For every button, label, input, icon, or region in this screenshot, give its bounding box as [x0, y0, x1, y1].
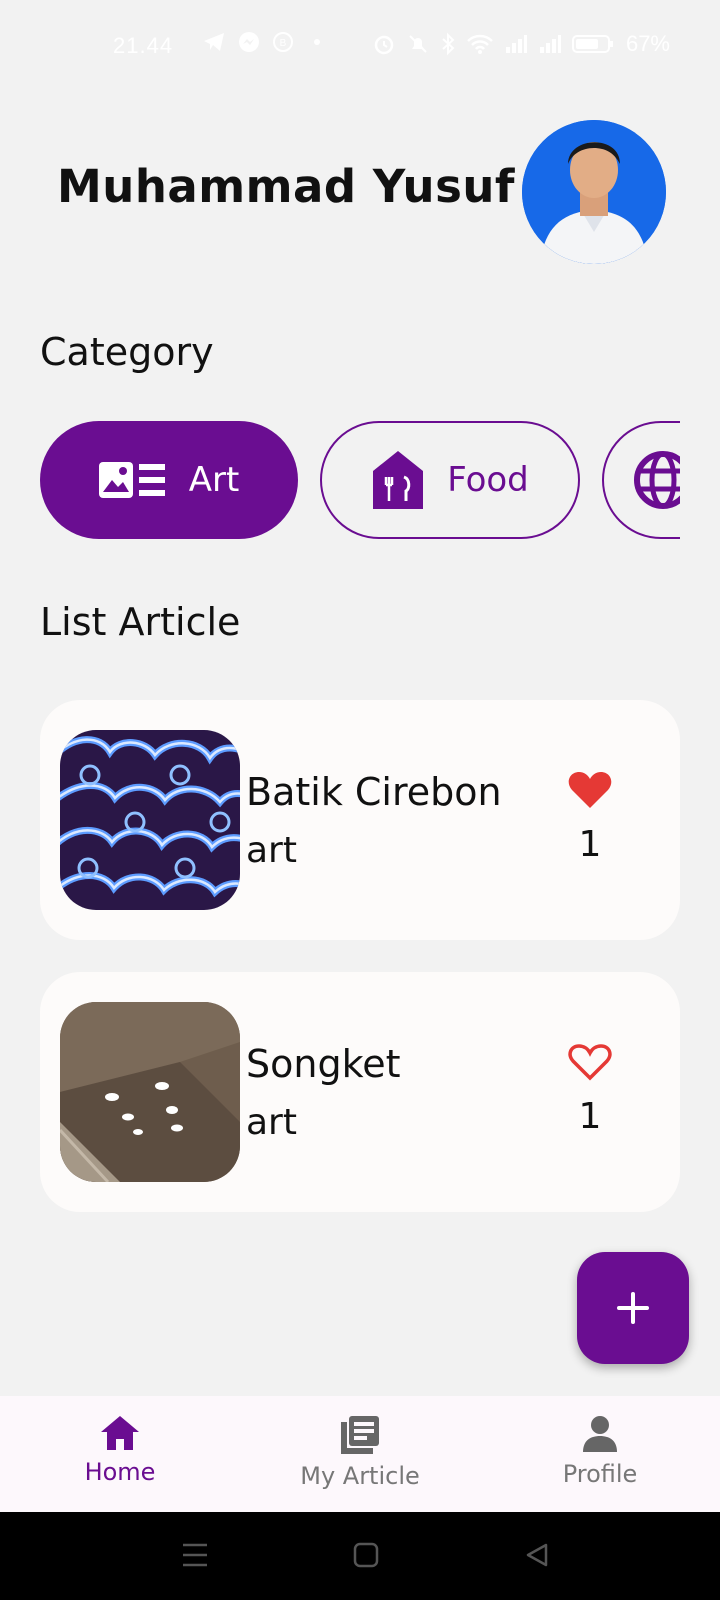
home-icon: [101, 1416, 139, 1450]
article-title: Songket: [246, 1042, 401, 1086]
status-time: 21.44: [113, 33, 174, 58]
article-card[interactable]: Batik Cirebon art 1: [40, 700, 680, 940]
telegram-icon: [204, 33, 224, 51]
list-article-title: List Article: [40, 600, 241, 644]
category-title: Category: [40, 330, 214, 374]
notification-icons: B: [202, 31, 328, 53]
category-chip-world[interactable]: [602, 421, 680, 539]
back-icon[interactable]: [524, 1542, 550, 1568]
food-icon: [373, 451, 424, 509]
globe-icon: [634, 451, 680, 509]
menu-icon[interactable]: [181, 1542, 209, 1568]
article-category: art: [246, 830, 297, 871]
system-navigation-bar: [0, 1512, 720, 1600]
article-category: art: [246, 1102, 297, 1143]
like-count: 1: [578, 824, 602, 865]
nav-profile[interactable]: Profile: [500, 1414, 700, 1488]
whatsapp-icon: B: [273, 32, 293, 52]
article-card[interactable]: Songket art 1: [40, 972, 680, 1212]
category-chip-label: Food: [447, 460, 529, 500]
user-name: Muhammad Yusuf ...: [57, 160, 584, 213]
heart-outline-icon[interactable]: [567, 1042, 613, 1082]
art-icon: [98, 462, 165, 498]
dot-icon: [314, 39, 320, 45]
plus-icon: [617, 1292, 649, 1324]
bluetooth-icon: [442, 32, 455, 56]
nav-home[interactable]: Home: [20, 1414, 220, 1486]
category-chip-label: Art: [188, 460, 240, 500]
category-chip-food[interactable]: Food: [320, 421, 580, 539]
like-count: 1: [578, 1096, 602, 1137]
category-chip-list[interactable]: Art Food: [40, 421, 680, 541]
article-title: Batik Cirebon: [246, 770, 502, 814]
article-icon: [341, 1416, 379, 1454]
nav-my-article-label: My Article: [300, 1462, 420, 1490]
signal-icon: [505, 35, 527, 53]
category-chip-art[interactable]: Art: [40, 421, 298, 539]
ceiling-image: [60, 1002, 240, 1182]
add-article-button[interactable]: [577, 1252, 689, 1364]
mute-icon: [409, 35, 427, 53]
signal-2-icon: [539, 35, 561, 53]
nav-my-article[interactable]: My Article: [260, 1414, 460, 1490]
batik-image: [60, 730, 240, 910]
alarm-icon: [374, 35, 394, 55]
heart-filled-icon[interactable]: [567, 770, 613, 810]
svg-text:B: B: [280, 38, 287, 49]
person-icon: [583, 1416, 617, 1452]
home-square-icon[interactable]: [353, 1542, 379, 1568]
nav-home-label: Home: [84, 1458, 156, 1486]
avatar[interactable]: [522, 120, 666, 264]
wifi-icon: [467, 34, 493, 54]
nav-profile-label: Profile: [562, 1460, 638, 1488]
status-bar: 21.44 B 67%: [0, 28, 720, 64]
battery-icon: [571, 35, 613, 53]
messenger-icon: [239, 32, 259, 52]
bottom-navigation: Home My Article Profile: [0, 1396, 720, 1512]
battery-level: 67%: [625, 31, 670, 56]
system-icons: 67%: [372, 31, 670, 57]
